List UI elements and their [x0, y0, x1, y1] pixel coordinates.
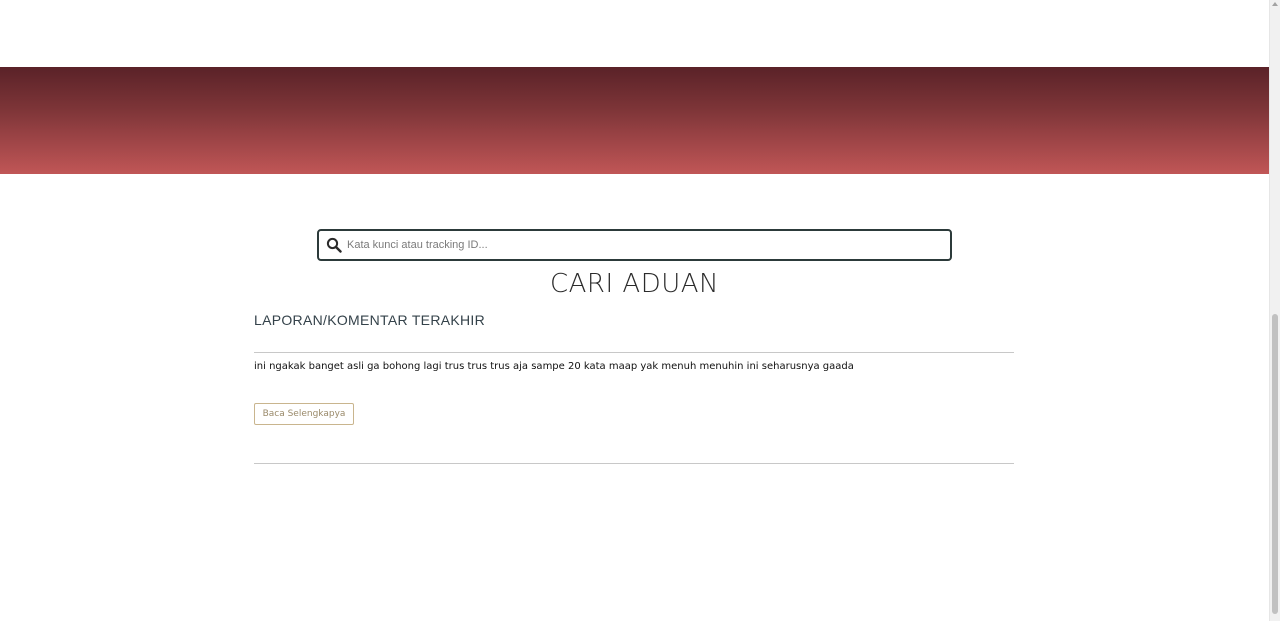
header-banner	[0, 67, 1269, 174]
scroll-up-arrow-icon[interactable]	[1272, 2, 1278, 6]
report-text: ini ngakak banget asli ga bohong lagi tr…	[254, 361, 854, 372]
divider	[254, 463, 1014, 464]
search-bar[interactable]	[317, 229, 952, 261]
search-icon	[326, 237, 342, 253]
vertical-scrollbar[interactable]	[1269, 0, 1280, 621]
page: CARI ADUAN LAPORAN/KOMENTAR TERAKHIR ini…	[0, 0, 1280, 621]
page-title: CARI ADUAN	[549, 269, 719, 299]
read-more-button[interactable]: Baca Selengkapya	[254, 403, 354, 425]
latest-reports-heading: LAPORAN/KOMENTAR TERAKHIR	[254, 312, 486, 328]
scrollbar-thumb[interactable]	[1272, 314, 1278, 614]
divider	[254, 352, 1014, 353]
search-input[interactable]	[347, 231, 942, 259]
